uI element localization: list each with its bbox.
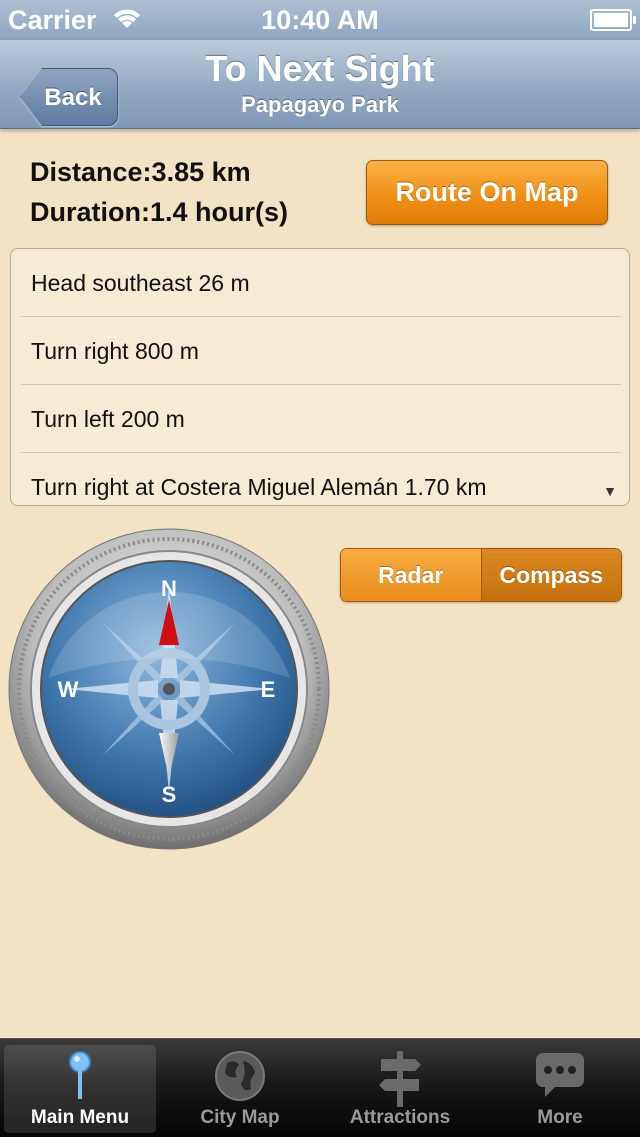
tab-label: Main Menu bbox=[30, 1107, 130, 1128]
tab-main-menu[interactable]: Main Menu bbox=[4, 1045, 156, 1133]
radar-segment[interactable]: Radar bbox=[341, 549, 482, 601]
compass-north-label: N bbox=[161, 576, 177, 601]
distance-value: 3.85 km bbox=[151, 157, 251, 187]
pin-icon bbox=[69, 1051, 91, 1099]
tab-city-map[interactable]: City Map bbox=[164, 1045, 316, 1133]
duration-value: 1.4 hour(s) bbox=[149, 197, 289, 227]
page-subtitle: Papagayo Park bbox=[241, 92, 399, 117]
tab-more[interactable]: More bbox=[484, 1045, 636, 1133]
battery-icon bbox=[590, 9, 636, 31]
tab-attractions[interactable]: Attractions bbox=[324, 1045, 476, 1133]
direction-step[interactable]: Turn right at Costera Miguel Alemán 1.70… bbox=[21, 453, 621, 505]
tab-label: More bbox=[537, 1107, 583, 1128]
signpost-icon bbox=[379, 1051, 421, 1107]
mode-segmented-control: Radar Compass bbox=[340, 548, 622, 602]
tab-label: Attractions bbox=[349, 1107, 451, 1128]
directions-list[interactable]: Head southeast 26 m Turn right 800 m Tur… bbox=[10, 248, 630, 506]
route-on-map-button[interactable]: Route On Map bbox=[366, 160, 608, 225]
compass-segment[interactable]: Compass bbox=[481, 549, 621, 601]
speech-bubble-icon bbox=[536, 1053, 584, 1097]
status-bar: Carrier 10:40 AM bbox=[0, 0, 640, 40]
page-title: To Next Sight bbox=[205, 48, 435, 89]
duration-label: Duration: bbox=[30, 197, 150, 227]
clock: 10:40 AM bbox=[261, 5, 379, 35]
navigation-bar: Back To Next Sight Papagayo Park bbox=[0, 40, 640, 129]
compass-south-label: S bbox=[162, 782, 177, 807]
direction-step[interactable]: Head southeast 26 m bbox=[21, 249, 621, 317]
scroll-down-icon: ▼ bbox=[603, 483, 617, 499]
distance-line: Distance:3.85 km bbox=[30, 157, 251, 188]
tab-label: City Map bbox=[200, 1107, 280, 1128]
direction-step[interactable]: Turn left 200 m bbox=[21, 385, 621, 453]
compass-west-label: W bbox=[58, 677, 79, 702]
direction-step[interactable]: Turn right 800 m bbox=[21, 317, 621, 385]
compass-icon: N S W E bbox=[8, 528, 330, 850]
globe-icon bbox=[215, 1051, 265, 1101]
compass-east-label: E bbox=[261, 677, 276, 702]
tab-bar: Main Menu City Map Attractions More bbox=[0, 1038, 640, 1137]
distance-label: Distance: bbox=[30, 157, 152, 187]
duration-line: Duration:1.4 hour(s) bbox=[30, 197, 288, 228]
